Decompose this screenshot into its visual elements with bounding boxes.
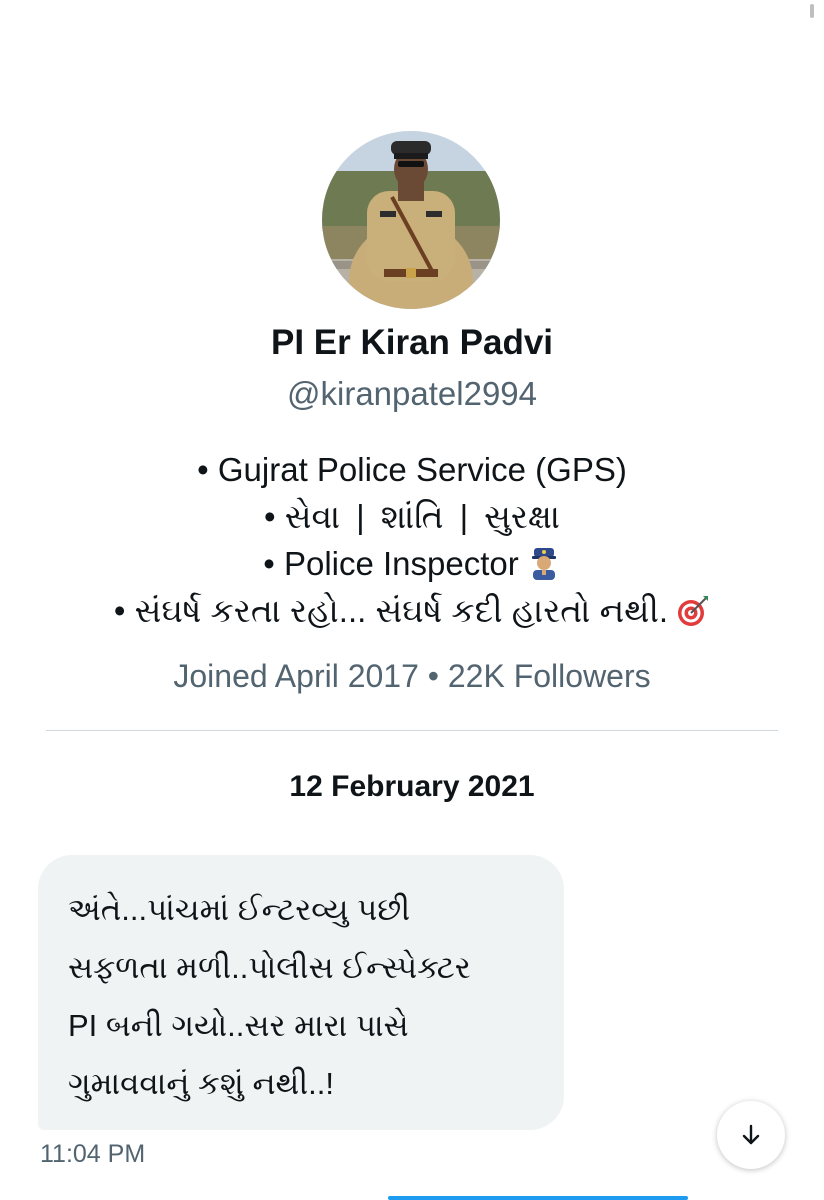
scroll-indicator [810,4,814,18]
bio-line-2: • સેવા | શાંતિ | સુરક્ષા [0,493,824,540]
profile-photo [322,131,500,309]
bio-line-3-text: • Police Inspector [263,545,519,582]
message-timestamp: 11:04 PM [40,1140,146,1168]
direct-hit-icon [676,593,710,627]
police-officer-icon [527,545,561,580]
profile-name: PI Er Kiran Padvi [270,323,554,362]
bio-line-4-text: • સંઘર્ષ કરતા રહો... સંઘર્ષ કદી હારતો નથ… [113,592,669,629]
bio-separator: | [356,498,365,535]
bio-separator: | [459,498,469,535]
message-bubble[interactable]: અંતે...પાંચમાં ઈન્ટરવ્યુ પછી સફળતા મળી..… [38,855,564,1130]
dm-conversation-screen: PI Er Kiran Padvi @kiranpatel2994 • Gujr… [0,0,824,1200]
bio-word-suraksha: સુરક્ષા [484,498,560,535]
conversation-date: 12 February 2021 [289,770,535,803]
divider [46,730,778,731]
scroll-down-button[interactable] [717,1101,785,1169]
profile-bio: • Gujrat Police Service (GPS) • સેવા | શાં… [0,446,824,634]
bio-line-1: • Gujrat Police Service (GPS) [197,451,627,488]
arrow-down-icon [742,1124,760,1145]
bio-line-3: • Police Inspector [0,540,824,587]
profile-meta: Joined April 2017 • 22K Followers [173,658,651,694]
bio-line-4: • સંઘર્ષ કરતા રહો... સંઘર્ષ કદી હારતો નથ… [0,587,824,634]
bio-word-seva: • સેવા [264,498,341,535]
avatar[interactable] [322,131,500,309]
composer-edge [388,1196,688,1200]
profile-handle: @kiranpatel2994 [287,375,537,412]
message-text: અંતે...પાંચમાં ઈન્ટરવ્યુ પછી સફળતા મળી..… [68,892,471,1101]
bio-word-shanti: શાંતિ [380,498,444,535]
